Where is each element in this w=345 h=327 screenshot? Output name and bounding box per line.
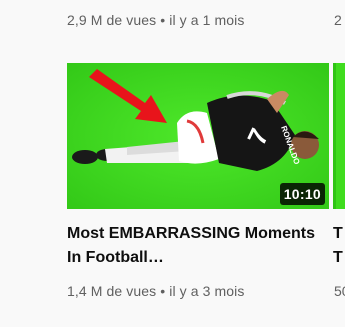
duration-badge: 10:10: [279, 183, 325, 205]
upload-age: il y a 3 mois: [169, 283, 245, 299]
next-video-metadata-clipped: 2: [334, 12, 342, 28]
video-thumbnail[interactable]: 7 RONALDO 10:10: [67, 63, 329, 209]
video-title[interactable]: Most EMBARRASSING Moments In Football…: [67, 222, 329, 270]
next-video-title-clipped[interactable]: T T: [333, 222, 345, 270]
video-metadata-previous: 2,9 M de vues • il y a 1 mois: [67, 12, 244, 28]
next-video-thumbnail-clipped[interactable]: [333, 63, 345, 209]
upload-age: il y a 1 mois: [169, 12, 245, 28]
view-count: 1,4 M de vues: [67, 283, 157, 299]
view-count: 2,9 M de vues: [67, 12, 157, 28]
separator-dot: •: [160, 12, 166, 28]
video-metadata: 1,4 M de vues • il y a 3 mois: [67, 283, 244, 299]
next-thumbnail-image: [333, 63, 345, 209]
separator-dot: •: [160, 283, 166, 299]
next-video-views-clipped: 50: [334, 283, 345, 299]
next-title-line2: T: [333, 249, 343, 266]
next-title-line1: T: [333, 225, 343, 242]
